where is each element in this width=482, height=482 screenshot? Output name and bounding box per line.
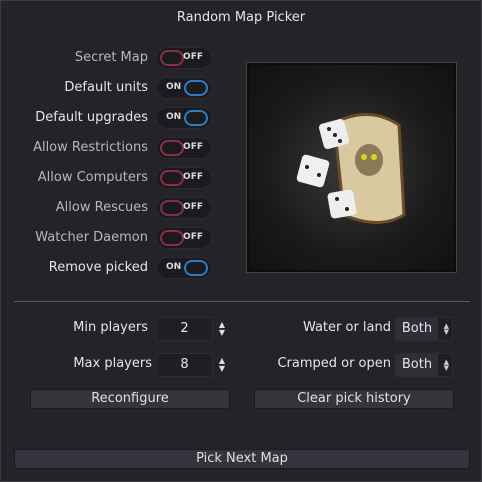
toggle-state: OFF (183, 232, 203, 242)
water-or-land-select[interactable]: Both ▲ ▼ (395, 317, 453, 341)
toggle-row: Allow Rescues OFF (0, 196, 240, 220)
toggle-label: Secret Map (74, 50, 148, 65)
water-or-land-label: Water or land (302, 320, 391, 335)
toggle-label: Allow Rescues (55, 200, 148, 215)
toggle-switch[interactable]: ON (156, 77, 212, 99)
toggle-switch[interactable]: OFF (156, 227, 212, 249)
toggle-switch[interactable]: OFF (156, 197, 212, 219)
water-or-land-value: Both (396, 318, 438, 340)
toggle-state: ON (166, 112, 182, 122)
toggle-state: OFF (183, 52, 203, 62)
toggle-knob (184, 110, 208, 126)
max-players-spinbox[interactable]: 8 (156, 353, 213, 377)
max-players-stepper-icon[interactable]: ▲ ▼ (217, 357, 227, 373)
toggle-row: Secret Map OFF (0, 46, 240, 70)
toggle-knob (160, 50, 184, 66)
toggle-state: ON (166, 262, 182, 272)
cramped-or-open-select[interactable]: Both ▲ ▼ (395, 353, 453, 377)
toggle-knob (184, 80, 208, 96)
toggle-knob (184, 260, 208, 276)
toggle-label: Default units (64, 80, 148, 95)
toggle-label: Allow Computers (37, 170, 148, 185)
max-players-label: Max players (73, 356, 152, 371)
toggle-label: Remove picked (48, 260, 148, 275)
window-title: Random Map Picker (176, 10, 306, 25)
toggle-knob (160, 230, 184, 246)
toggle-knob (160, 200, 184, 216)
toggle-state: OFF (183, 142, 203, 152)
toggle-row: Allow Restrictions OFF (0, 136, 240, 160)
min-players-spinbox[interactable]: 2 (156, 317, 213, 341)
min-players-stepper-icon[interactable]: ▲ ▼ (217, 321, 227, 337)
toggle-switch[interactable]: ON (156, 257, 212, 279)
toggle-row: Allow Computers OFF (0, 166, 240, 190)
cramped-or-open-label: Cramped or open (277, 356, 391, 371)
toggle-label: Allow Restrictions (33, 140, 148, 155)
map-picker-image (246, 62, 457, 273)
toggle-row: Remove picked ON (0, 256, 240, 280)
reconfigure-button[interactable]: Reconfigure (30, 389, 230, 409)
toggle-switch[interactable]: OFF (156, 137, 212, 159)
toggle-row: Watcher Daemon OFF (0, 226, 240, 250)
toggle-state: OFF (183, 202, 203, 212)
toggle-switch[interactable]: OFF (156, 47, 212, 69)
toggle-switch[interactable]: OFF (156, 167, 212, 189)
toggle-label: Watcher Daemon (35, 230, 148, 245)
clear-pick-history-button[interactable]: Clear pick history (254, 389, 454, 409)
separator (14, 301, 470, 302)
toggle-switch[interactable]: ON (156, 107, 212, 129)
updown-icon: ▲ ▼ (443, 358, 449, 372)
toggle-knob (160, 170, 184, 186)
toggle-row: Default units ON (0, 76, 240, 100)
dice-and-map-scroll-icon (296, 113, 406, 224)
min-players-label: Min players (73, 320, 148, 335)
toggle-label: Default upgrades (35, 110, 148, 125)
cramped-or-open-value: Both (396, 354, 438, 376)
pick-next-map-button[interactable]: Pick Next Map (14, 449, 470, 469)
updown-icon: ▲ ▼ (443, 322, 449, 336)
toggle-state: ON (166, 82, 182, 92)
toggle-knob (160, 140, 184, 156)
toggle-row: Default upgrades ON (0, 106, 240, 130)
toggle-state: OFF (183, 172, 203, 182)
